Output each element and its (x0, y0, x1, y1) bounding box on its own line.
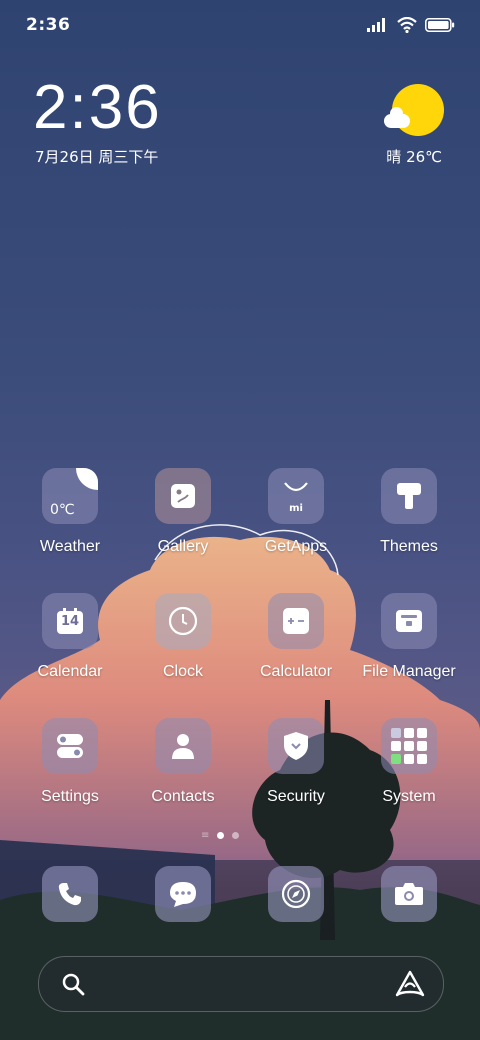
settings-icon (42, 718, 98, 774)
clock-widget-time[interactable]: 2:36 (33, 72, 162, 143)
search-icon[interactable] (61, 972, 85, 996)
app-label: System (382, 788, 436, 805)
cellular-signal-icon (367, 18, 385, 32)
file-manager-icon (381, 593, 437, 649)
home-screen: 2:36 2:36 7月26日 周三下午 晴 26℃ 0℃ Weather Ga… (0, 0, 480, 1040)
app-label: Calculator (259, 663, 333, 680)
search-bar[interactable] (38, 956, 444, 1012)
page-dot-active[interactable] (217, 832, 225, 839)
messages-icon (155, 866, 211, 922)
dock-phone[interactable] (15, 866, 125, 922)
app-settings[interactable]: Settings (15, 718, 125, 806)
app-label: Gallery (157, 538, 209, 555)
page-dot[interactable] (232, 832, 240, 839)
phone-icon (42, 866, 98, 922)
calendar-icon: 14 (42, 593, 98, 649)
cloud-icon (384, 107, 410, 128)
themes-icon (381, 468, 437, 524)
weather-widget-text: 晴 26℃ (386, 146, 442, 167)
app-themes[interactable]: Themes (354, 468, 464, 556)
contacts-icon (155, 718, 211, 774)
app-label: GetApps (264, 538, 328, 555)
app-contacts[interactable]: Contacts (128, 718, 238, 806)
dock-messages[interactable] (128, 866, 238, 922)
app-label: Calendar (37, 663, 103, 680)
app-clock[interactable]: Clock (128, 593, 238, 681)
battery-icon (425, 18, 455, 32)
calculator-icon (268, 593, 324, 649)
app-weather[interactable]: 0℃ Weather (15, 468, 125, 556)
getapps-icon: mi (268, 468, 324, 524)
status-bar-icons (367, 15, 455, 35)
dock-camera[interactable] (354, 866, 464, 922)
getapps-icon-badge: mi (289, 503, 303, 514)
clock-icon (155, 593, 211, 649)
app-label: Weather (39, 538, 101, 555)
app-file-manager[interactable]: File Manager (354, 593, 464, 681)
weather-icon: 0℃ (42, 468, 98, 524)
app-label: Contacts (151, 788, 215, 805)
system-folder-icon (381, 718, 437, 774)
status-bar-time: 2:36 (26, 15, 71, 35)
app-getapps[interactable]: mi GetApps (241, 468, 351, 556)
app-calculator[interactable]: Calculator (241, 593, 351, 681)
home-list-icon: ≡ (201, 830, 210, 841)
app-label: Security (267, 788, 325, 805)
calendar-icon-date: 14 (60, 614, 80, 629)
browser-icon (268, 866, 324, 922)
assistant-icon[interactable] (395, 970, 425, 998)
app-security[interactable]: Security (241, 718, 351, 806)
gallery-icon (155, 468, 211, 524)
page-indicator: ≡ (201, 830, 240, 841)
app-label: Settings (41, 788, 99, 805)
app-gallery[interactable]: Gallery (128, 468, 238, 556)
camera-icon (381, 866, 437, 922)
dock-browser[interactable] (241, 866, 351, 922)
security-icon (268, 718, 324, 774)
weather-temperature: 26℃ (406, 148, 442, 166)
wifi-icon (397, 17, 417, 33)
app-system-folder[interactable]: System (354, 718, 464, 806)
app-calendar[interactable]: 14 Calendar (15, 593, 125, 681)
app-label: Clock (162, 663, 203, 680)
clock-widget-date: 7月26日 周三下午 (35, 148, 159, 166)
app-label: File Manager (362, 663, 456, 680)
weather-condition: 晴 (386, 148, 402, 166)
weather-icon-temp: 0℃ (50, 502, 75, 518)
app-label: Themes (380, 538, 438, 555)
